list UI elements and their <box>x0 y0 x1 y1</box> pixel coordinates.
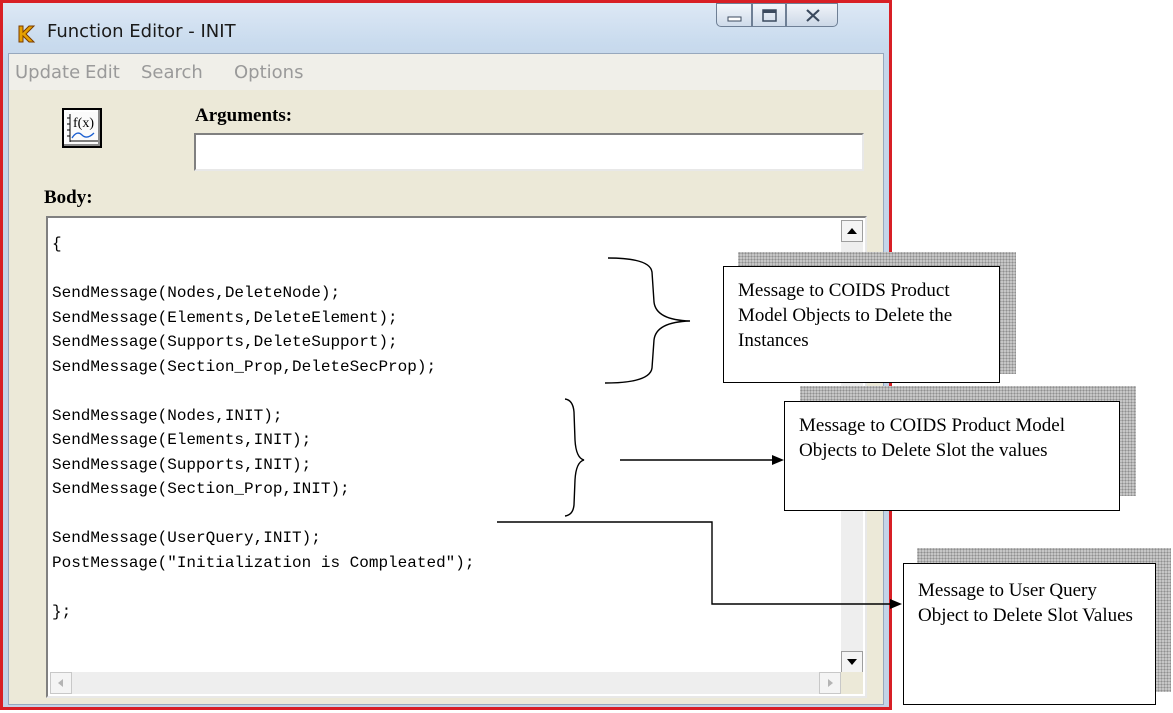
scroll-right-button[interactable] <box>819 672 841 694</box>
arrow-down-icon <box>847 659 857 665</box>
close-icon <box>806 9 820 22</box>
code-line: SendMessage(Elements,DeleteElement); <box>52 308 398 327</box>
horizontal-scrollbar[interactable] <box>50 672 841 694</box>
minimize-button[interactable] <box>716 3 752 27</box>
k-logo-icon <box>18 25 36 43</box>
minimize-icon <box>727 16 742 22</box>
svg-text:f(x): f(x) <box>73 116 94 131</box>
code-line: SendMessage(Elements,INIT); <box>52 431 312 449</box>
function-button[interactable]: f(x) <box>62 108 102 148</box>
code-line: SendMessage(Section_Prop,DeleteSecProp); <box>52 357 437 376</box>
code-line: SendMessage(Supports,INIT); <box>52 455 312 474</box>
scroll-up-button[interactable] <box>841 220 863 242</box>
arrow-left-icon <box>58 679 63 687</box>
close-button[interactable] <box>786 3 838 27</box>
code-line: SendMessage(UserQuery,INIT); <box>52 529 321 547</box>
code-line: SendMessage(Supports,DeleteSupport); <box>52 333 398 351</box>
arrow-right-icon <box>828 679 833 687</box>
code-line: SendMessage(Section_Prop,INIT); <box>52 480 350 498</box>
code-line: SendMessage(Nodes,DeleteNode); <box>52 284 341 302</box>
function-graph-icon: f(x) <box>67 114 98 142</box>
scroll-down-button[interactable] <box>841 651 863 673</box>
code-line: PostMessage("Initialization is Compleate… <box>52 553 475 572</box>
arrow-up-icon <box>847 228 857 234</box>
title-bar[interactable]: Function Editor - INIT <box>3 3 889 53</box>
arguments-input[interactable] <box>194 133 864 171</box>
menu-options[interactable]: Options <box>234 62 303 83</box>
scroll-left-button[interactable] <box>50 672 72 694</box>
callout-user-query: Message to User Query Object to Delete S… <box>903 563 1156 705</box>
maximize-icon <box>762 9 777 22</box>
callout-delete-instances: Message to COIDS Product Model Objects t… <box>723 266 1000 383</box>
code-line: }; <box>52 602 72 621</box>
menu-bar: Update Edit Search Options <box>9 54 883 90</box>
menu-search[interactable]: Search <box>141 62 203 83</box>
window-title: Function Editor - INIT <box>47 21 236 42</box>
code-line: SendMessage(Nodes,INIT); <box>52 406 283 425</box>
code-body[interactable]: { SendMessage(Nodes,DeleteNode); SendMessa… <box>52 232 474 624</box>
menu-edit[interactable]: Edit <box>85 62 120 83</box>
callout-delete-slot-values: Message to COIDS Product Model Objects t… <box>784 401 1120 511</box>
arguments-label: Arguments: <box>195 105 293 126</box>
maximize-button[interactable] <box>752 3 786 27</box>
menu-update[interactable]: Update <box>15 62 80 83</box>
code-line: { <box>52 235 62 253</box>
scrollbar-corner <box>841 672 863 694</box>
body-label: Body: <box>44 187 93 208</box>
